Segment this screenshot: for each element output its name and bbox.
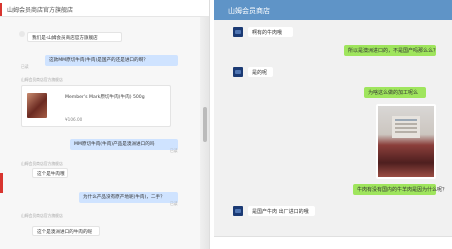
- chat-comparison-screen: 山姆会员商店官方旗舰店 我们是·山姆会员商店官方旗舰店 这款MM原切牛肉(牛肉)…: [0, 0, 452, 249]
- product-name: Member's Mark原切牛肉(牛肉) 500g: [65, 95, 145, 100]
- active-chat-indicator: [0, 3, 2, 16]
- product-card[interactable]: Member's Mark原切牛肉(牛肉) 500g ¥106.00: [21, 85, 171, 127]
- message-bubble: 这个是牛肉哦: [32, 168, 68, 178]
- message-bubble: 所以是澳洲进口的，不是国产吗那么么？: [344, 45, 438, 56]
- sender-name: 山姆会员商店官方旗舰店: [21, 77, 63, 82]
- shop-avatar: [233, 67, 243, 77]
- left-chat-panel: 山姆会员商店官方旗舰店 我们是·山姆会员商店官方旗舰店 这款MM原切牛肉(牛肉)…: [0, 0, 210, 249]
- edge-accent: [0, 173, 3, 193]
- beef-package-photo[interactable]: [376, 104, 436, 179]
- scrollbar-thumb[interactable]: [203, 107, 207, 142]
- message-bubble: 是国产牛肉 出厂进口的哦: [248, 206, 315, 216]
- shop-title: 山姆会员商店官方旗舰店: [7, 7, 74, 14]
- message-input-area[interactable]: [214, 236, 452, 249]
- message-bubble: 啊有的牛肉哦: [248, 27, 293, 37]
- right-chat-panel: 山姆会员商店 啊有的牛肉哦 所以是澳洲进口的，不是国产吗那么么？ 是的呢 为啥这…: [214, 0, 452, 249]
- shop-avatar: [233, 27, 243, 37]
- read-status: 已读: [170, 148, 178, 153]
- shop-avatar: [233, 206, 243, 216]
- read-status: 已读: [21, 64, 29, 69]
- message-bubble: 为啥这么做的加工呢么: [364, 87, 426, 98]
- message-bubble: MM原切牛肉(牛肉)产品是澳洲进口的吗: [70, 139, 178, 150]
- message-bubble: 我们是·山姆会员商店官方旗舰店: [27, 32, 122, 42]
- read-status: 已读: [170, 201, 178, 206]
- sender-name: 山姆会员商店官方旗舰店: [21, 161, 63, 166]
- product-thumbnail: [27, 93, 47, 118]
- right-header: 山姆会员商店: [214, 0, 452, 20]
- message-bubble: 牛肉有没有国内的牛羊肉是因为什么呢？: [353, 184, 447, 195]
- message-bubble: 这款MM原切牛肉(牛肉)是国产的还是进口的啊？: [45, 55, 178, 66]
- shop-avatar: [19, 31, 25, 37]
- photo-content: [378, 106, 434, 177]
- chat-title: 山姆会员商店: [228, 7, 270, 15]
- message-bubble: 为什么产品没有原产地呢(牛肉)，二手？: [79, 192, 178, 203]
- left-header: 山姆会员商店官方旗舰店: [0, 0, 209, 17]
- sender-name: 山姆会员商店官方旗舰店: [21, 213, 63, 218]
- product-price: ¥106.00: [65, 117, 83, 122]
- message-bubble: 这个是澳洲进口的牛肉的呢: [32, 226, 100, 236]
- message-bubble: 是的呢: [248, 67, 273, 77]
- package-label: [392, 116, 420, 138]
